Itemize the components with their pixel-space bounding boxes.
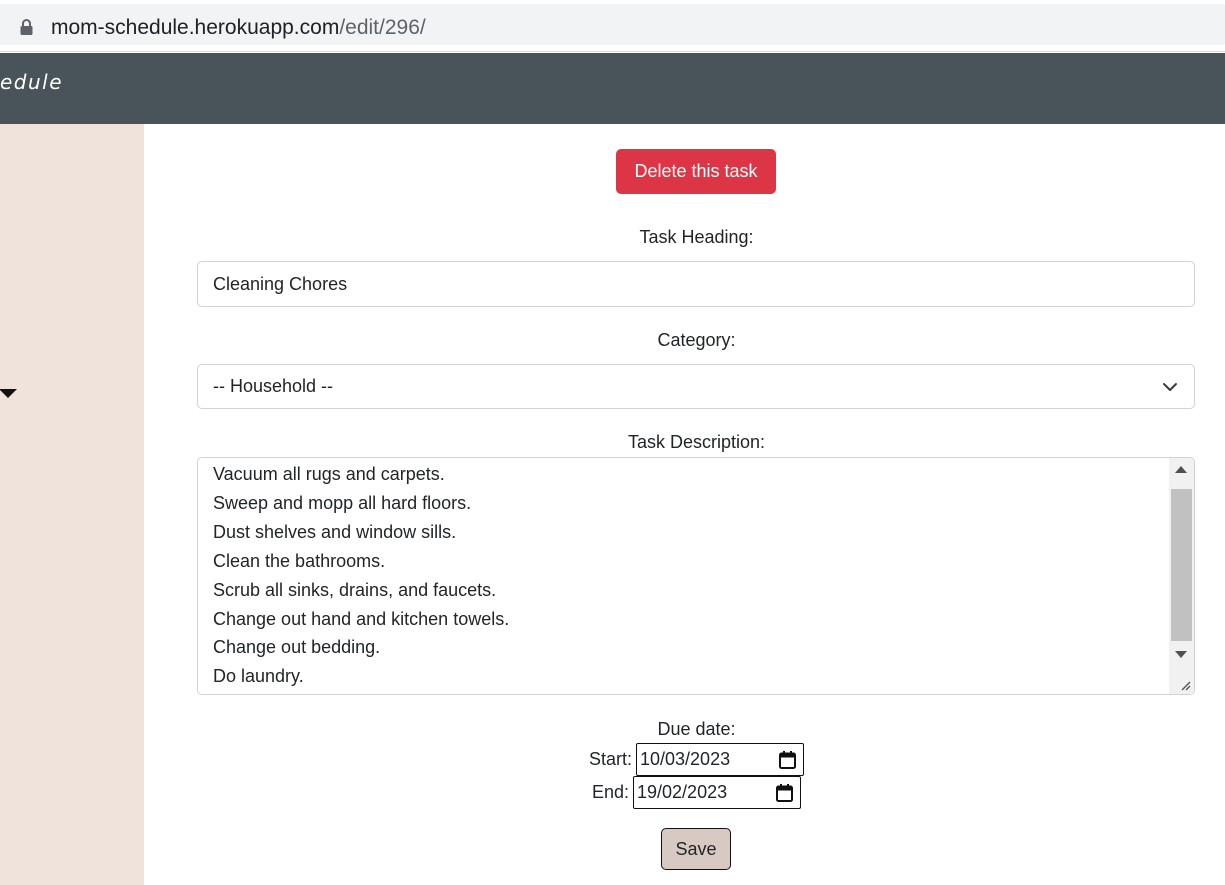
scroll-up-arrow-icon[interactable] — [1175, 466, 1187, 473]
task-description-label: Task Description: — [627, 432, 766, 452]
description-line: Dust shelves and window sills. — [213, 521, 457, 542]
delete-task-button[interactable]: Delete this task — [616, 149, 776, 194]
caret-down-icon[interactable] — [0, 389, 17, 398]
category-value: -- Household -- — [213, 376, 334, 396]
chevron-down-icon — [1163, 383, 1177, 391]
description-line: Do laundry. — [213, 666, 304, 687]
description-line: Sweep and mopp all hard floors. — [213, 492, 472, 513]
description-line: Clean the bathrooms. — [213, 550, 386, 571]
save-button[interactable]: Save — [661, 828, 731, 870]
calendar-icon[interactable] — [779, 751, 796, 769]
scroll-thumb[interactable] — [1171, 489, 1192, 641]
description-line: Change out bedding. — [213, 637, 381, 658]
description-line: Vacuum all rugs and carpets. — [213, 464, 445, 484]
end-date-value: 19/02/2023 — [637, 782, 728, 802]
category-label: Category: — [657, 330, 736, 350]
navbar: edule — [0, 53, 1225, 124]
scroll-down-arrow-icon[interactable] — [1175, 651, 1187, 658]
category-select[interactable]: -- Household -- — [197, 364, 1195, 409]
url-host: mom-schedule.herokuapp.com — [51, 16, 340, 39]
url-field[interactable]: mom-schedule.herokuapp.com/edit/296/ — [0, 4, 1225, 45]
task-heading-input[interactable]: Cleaning Chores — [197, 261, 1195, 307]
start-date-row: Start: 10/03/2023 — [144, 743, 1225, 776]
edit-task-form: Delete this task Task Heading: Cleaning … — [144, 124, 1225, 885]
description-line: Scrub all sinks, drains, and faucets. — [213, 579, 497, 600]
start-date-value: 10/03/2023 — [640, 749, 731, 769]
calendar-icon[interactable] — [776, 784, 794, 802]
end-date-input[interactable]: 19/02/2023 — [633, 776, 802, 809]
browser-address-bar: mom-schedule.herokuapp.com/edit/296/ — [0, 0, 1225, 52]
start-label: Start: — [588, 749, 632, 769]
url-path: /edit/296/ — [339, 16, 426, 39]
description-lines: Vacuum all rugs and carpets. Sweep and m… — [213, 460, 509, 691]
resize-handle-icon[interactable] — [1179, 679, 1191, 691]
due-date-label: Due date: — [657, 719, 736, 739]
brand-title[interactable]: edule — [0, 70, 63, 94]
task-heading-value: Cleaning Chores — [213, 273, 348, 294]
description-line: Change out hand and kitchen towels. — [213, 608, 510, 629]
end-date-row: End: 19/02/2023 — [144, 776, 1225, 809]
lock-icon[interactable] — [20, 19, 33, 35]
task-heading-label: Task Heading: — [639, 227, 754, 247]
end-label: End: — [591, 782, 630, 802]
start-date-input[interactable]: 10/03/2023 — [636, 743, 804, 776]
textarea-scrollbar[interactable] — [1169, 458, 1194, 694]
url-text[interactable]: mom-schedule.herokuapp.com/edit/296/ — [51, 15, 426, 41]
sidebar — [0, 124, 144, 885]
task-description-textarea[interactable]: Vacuum all rugs and carpets. Sweep and m… — [197, 457, 1195, 695]
